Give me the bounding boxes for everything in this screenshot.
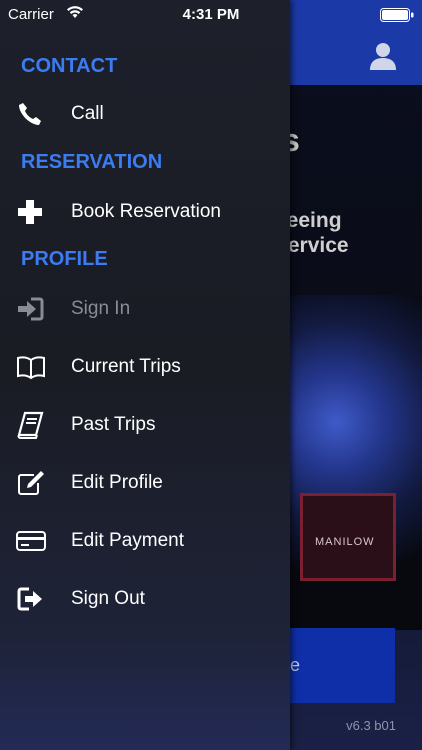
menu-item-sign-out[interactable]: Sign Out [0,577,290,621]
version-label: v6.3 b01 [346,718,396,733]
menu-item-label: Past Trips [71,414,156,435]
battery-icon [380,8,414,22]
marquee-sign: MANILOW [300,493,396,581]
credit-card-icon [16,527,46,555]
section-header-contact: CONTACT [21,55,118,77]
menu-item-label: Book Reservation [71,201,221,222]
section-header-reservation: RESERVATION [21,151,163,173]
menu-item-book-reservation[interactable]: Book Reservation [0,190,290,234]
edit-icon [16,469,46,497]
section-header-profile: PROFILE [21,248,108,270]
menu-item-label: Call [71,103,104,124]
menu-item-label: Current Trips [71,356,181,377]
status-bar: Carrier 4:31 PM [0,0,422,30]
menu-item-label: Edit Payment [71,530,184,551]
menu-item-edit-payment[interactable]: Edit Payment [0,519,290,563]
sign-out-icon [16,585,46,613]
user-icon[interactable] [368,41,398,71]
phone-icon [16,100,46,128]
clock: 4:31 PM [182,6,240,23]
sign-in-icon [16,295,46,323]
hero-image: MANILOW [290,295,422,630]
marquee-text: MANILOW [315,536,375,548]
book-icon [16,411,46,439]
menu-item-label: Sign In [71,298,131,319]
menu-item-edit-profile[interactable]: Edit Profile [0,461,290,505]
menu-item-call[interactable]: Call [0,92,290,136]
menu-item-label: Sign Out [71,588,145,609]
side-drawer: CONTACT Call RESERVATION Book Reservatio… [0,0,290,750]
menu-item-current-trips[interactable]: Current Trips [0,345,290,389]
menu-item-label: Edit Profile [71,472,163,493]
menu-item-sign-in[interactable]: Sign In [0,287,290,331]
plus-icon [16,198,46,226]
menu-item-past-trips[interactable]: Past Trips [0,403,290,447]
book-open-icon [16,353,46,381]
primary-button-label: e [290,655,301,675]
